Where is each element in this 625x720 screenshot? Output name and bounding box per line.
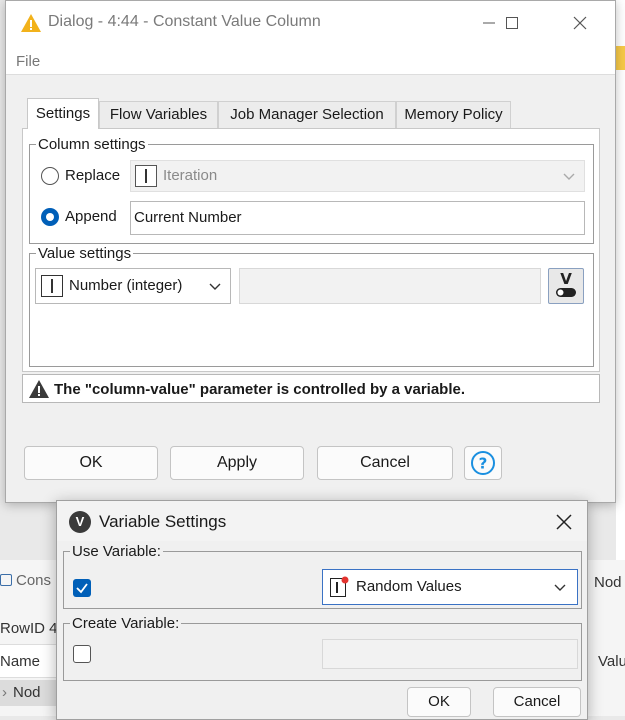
background-console-tab[interactable]: Cons (0, 572, 51, 589)
flow-variable-icon: V (69, 511, 91, 533)
tab-job-manager-selection[interactable]: Job Manager Selection (218, 101, 396, 128)
chevron-down-icon (554, 584, 566, 591)
variable-dialog-title: Variable Settings (99, 512, 227, 531)
tab-settings[interactable]: Settings (27, 98, 99, 129)
background-right-node: Nod (594, 574, 622, 591)
replace-column-value: Iteration (163, 167, 218, 184)
variable-settings-dialog: V Variable Settings Use Variable: Random… (56, 500, 588, 720)
flow-variable-button[interactable]: V (548, 268, 584, 304)
close-icon (573, 16, 587, 30)
close-icon[interactable] (551, 509, 577, 535)
variable-dialog-title-bar: V Variable Settings (57, 501, 587, 541)
background-name-header: Name (0, 653, 41, 670)
warning-banner: The "column-value" parameter is controll… (22, 374, 600, 403)
integer-type-icon (41, 275, 63, 297)
value-type-label: Number (integer) (69, 277, 183, 294)
variable-ok-button[interactable]: OK (407, 687, 471, 717)
value-settings-group: Value settings (29, 245, 594, 367)
ok-button[interactable]: OK (24, 446, 158, 480)
checkmark-icon (76, 583, 88, 594)
svg-text:?: ? (479, 455, 488, 473)
help-button[interactable]: ? (464, 446, 502, 480)
menu-file[interactable]: File (16, 53, 40, 70)
append-column-name-input[interactable]: Current Number (130, 201, 585, 235)
maximize-button[interactable] (489, 7, 535, 39)
chevron-right-icon: › (2, 684, 7, 701)
value-type-select[interactable]: Number (integer) (35, 268, 231, 304)
variable-cancel-button[interactable]: Cancel (493, 687, 581, 717)
value-input (239, 268, 541, 304)
create-variable-label: Create Variable: (72, 615, 180, 632)
flow-variable-toggle-icon: V (556, 270, 576, 297)
use-variable-label: Use Variable: (72, 543, 161, 560)
warning-icon (29, 380, 49, 398)
warning-triangle-icon (21, 14, 41, 32)
window-title: Dialog - 4:44 - Constant Value Column (48, 13, 321, 30)
maximize-icon (506, 17, 518, 29)
tab-flow-variables[interactable]: Flow Variables (99, 101, 218, 128)
create-variable-input (322, 639, 578, 669)
value-settings-title: Value settings (38, 245, 132, 262)
tab-memory-policy[interactable]: Memory Policy (396, 101, 511, 128)
use-variable-value: Random Values (356, 578, 462, 595)
warning-text: The "column-value" parameter is controll… (54, 381, 466, 398)
background-rowid: RowID 4 (0, 620, 58, 637)
chevron-down-icon (563, 173, 575, 180)
help-icon: ? (471, 451, 495, 475)
append-label[interactable]: Append (65, 208, 117, 225)
background-node-item[interactable]: › Nod (2, 684, 41, 701)
use-variable-checkbox[interactable] (73, 579, 91, 597)
create-variable-checkbox[interactable] (73, 645, 91, 663)
replace-column-select: Iteration (130, 160, 585, 192)
apply-button[interactable]: Apply (170, 446, 304, 480)
use-variable-select[interactable]: Random Values (322, 569, 578, 605)
close-button[interactable] (557, 7, 603, 39)
chevron-down-icon (209, 283, 221, 290)
string-type-icon (135, 165, 157, 187)
menu-bar: File (6, 45, 615, 75)
console-icon (0, 574, 12, 586)
background-right-value: Valu (598, 653, 625, 670)
replace-label[interactable]: Replace (65, 167, 120, 184)
column-settings-title: Column settings (38, 136, 146, 153)
append-radio[interactable] (41, 208, 59, 226)
title-bar: Dialog - 4:44 - Constant Value Column (6, 1, 615, 45)
replace-radio[interactable] (41, 167, 59, 185)
background-right-bar (616, 46, 625, 70)
background-right-strip (616, 0, 625, 560)
svg-text:V: V (560, 270, 572, 288)
cancel-button[interactable]: Cancel (317, 446, 453, 480)
integer-variable-icon (330, 576, 349, 597)
